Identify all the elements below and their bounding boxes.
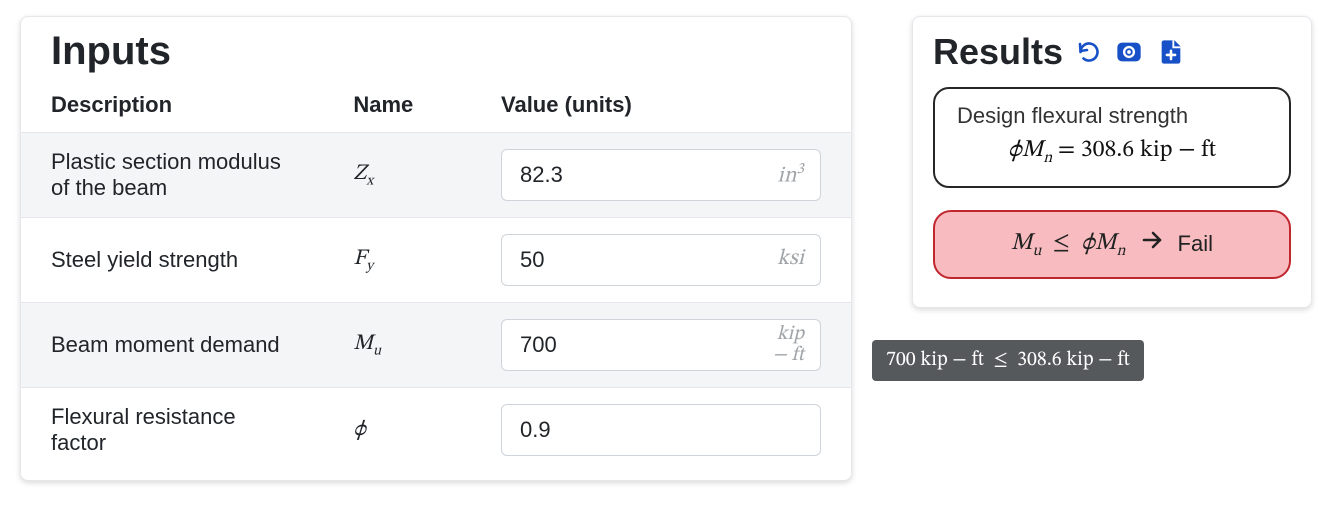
unit-label: kip − ft: [763, 324, 804, 366]
table-row: Steel yield strength Fy ksi: [21, 218, 851, 303]
add-file-icon[interactable]: [1157, 38, 1185, 66]
value-field-mu[interactable]: kip − ft: [501, 319, 821, 371]
result-equation: ϕMn = 308.6 kip − ft: [953, 135, 1271, 168]
inputs-header-value: Value (units): [471, 82, 851, 133]
check-tooltip: 700 kip − ft ≤ 308.6 kip − ft: [872, 340, 1144, 381]
input-description: Steel yield strength: [21, 218, 323, 303]
table-row: Plastic section modulus of the beam Zx i…: [21, 133, 851, 218]
result-design-strength: Design flexural strength ϕMn = 308.6 kip…: [933, 87, 1291, 188]
value-input-fy[interactable]: [518, 246, 672, 274]
value-input-mu[interactable]: [518, 331, 672, 359]
input-description: Flexural resistance factor: [21, 388, 323, 473]
results-title: Results: [933, 31, 1063, 73]
unit-label: ksi: [777, 248, 804, 271]
input-symbol-phi: ϕ: [323, 388, 471, 473]
value-input-zx[interactable]: [518, 161, 672, 189]
input-symbol-fy: Fy: [323, 218, 471, 303]
result-value: 308.6: [1081, 138, 1134, 162]
results-area: Results: [912, 16, 1312, 308]
value-field-zx[interactable]: in3: [501, 149, 821, 201]
inputs-header-name: Name: [323, 82, 471, 133]
results-header: Results: [933, 31, 1291, 73]
value-field-phi[interactable]: [501, 404, 821, 456]
input-description: Beam moment demand: [21, 303, 323, 388]
tooltip-lhs: 700 kip − ft: [886, 350, 984, 370]
table-row: Beam moment demand Mu kip − ft: [21, 303, 851, 388]
inputs-card: Inputs Description Name Value (units) Pl…: [20, 16, 852, 481]
arrow-right-icon: [1140, 228, 1164, 261]
input-symbol-zx: Zx: [323, 133, 471, 218]
input-symbol-mu: Mu: [323, 303, 471, 388]
input-description: Plastic section modulus of the beam: [21, 133, 323, 218]
result-check[interactable]: Mu ≤ ϕMn Fail: [933, 210, 1291, 279]
refresh-icon[interactable]: [1077, 40, 1101, 64]
inputs-header-description: Description: [21, 82, 323, 133]
table-row: Flexural resistance factor ϕ: [21, 388, 851, 473]
value-input-phi[interactable]: [518, 416, 672, 444]
inputs-title: Inputs: [51, 29, 851, 74]
results-card: Results: [912, 16, 1312, 308]
tooltip-rhs: 308.6 kip − ft: [1017, 350, 1130, 370]
inputs-table: Description Name Value (units) Plastic s…: [21, 82, 851, 472]
result-label: Design flexural strength: [953, 103, 1271, 129]
preview-icon[interactable]: [1115, 38, 1143, 66]
check-expression: Mu ≤ ϕMn: [1011, 228, 1125, 261]
check-verdict: Fail: [1178, 231, 1213, 257]
unit-label: in3: [777, 161, 804, 188]
value-field-fy[interactable]: ksi: [501, 234, 821, 286]
result-unit: kip − ft: [1140, 138, 1216, 162]
